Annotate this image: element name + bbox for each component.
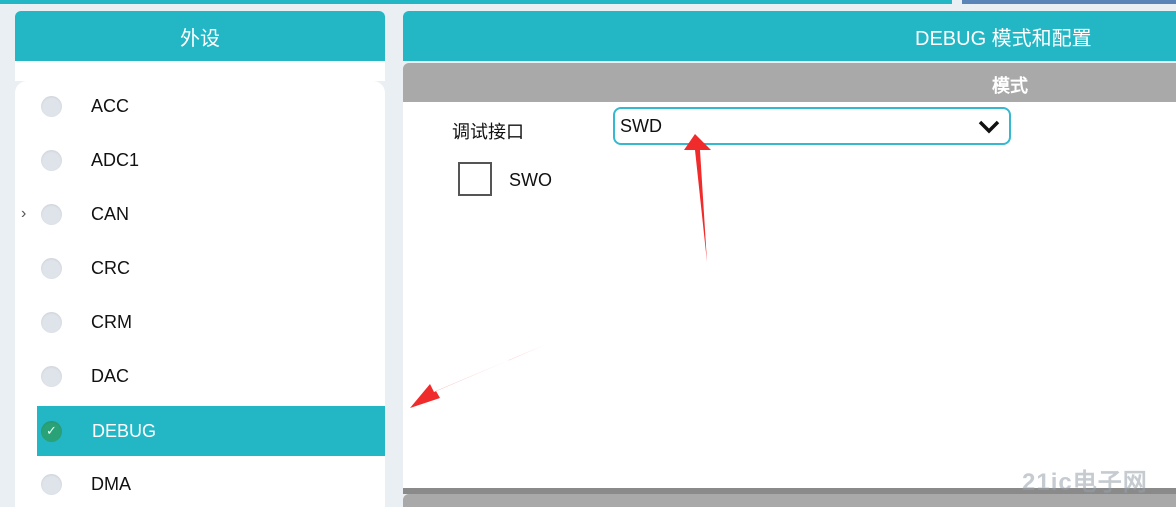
peripheral-label: DMA [91,473,131,494]
peripherals-spacer [15,61,385,81]
status-dot-icon [41,257,62,279]
watermark: 21ic电子网 [1022,469,1148,496]
chevron-down-icon [978,120,1000,134]
peripheral-item-can[interactable]: CAN [37,189,385,239]
peripherals-title: 外设 [180,27,220,50]
debug-interface-select[interactable]: SWD [613,107,1011,145]
status-dot-icon [41,365,62,387]
check-icon: ✓ [41,420,62,442]
peripherals-header: 外设 [15,11,385,61]
peripheral-item-dac[interactable]: DAC [37,351,385,401]
peripheral-label: CRM [91,311,132,332]
top-accent-bar-secondary [962,0,1176,4]
peripheral-item-acc[interactable]: ACC [37,81,385,131]
peripheral-label: CRC [91,257,130,278]
swo-label: SWO [509,170,552,190]
peripheral-label: DEBUG [92,420,157,441]
peripheral-label: DAC [91,365,130,386]
chevron-right-icon[interactable]: › [21,205,26,223]
status-dot-icon [41,95,62,117]
debug-interface-label: 调试接口 [452,122,524,142]
status-dot-icon [41,149,62,171]
peripheral-list: ACC ADC1 CAN › CRC CRM DAC ✓ DEBUG DMA [15,81,385,507]
status-dot-icon [41,473,62,495]
peripheral-item-crc[interactable]: CRC [37,243,385,293]
mode-section-title: 模式 [992,76,1028,96]
peripheral-item-debug[interactable]: ✓ DEBUG [37,406,385,456]
config-title: DEBUG 模式和配置 [915,27,1092,50]
peripheral-label: CAN [91,203,130,224]
mode-section-bar[interactable]: 模式 [403,63,1176,102]
peripheral-item-crm[interactable]: CRM [37,297,385,347]
peripheral-item-adc1[interactable]: ADC1 [37,135,385,185]
swo-checkbox[interactable] [458,162,492,196]
peripheral-label: ADC1 [91,149,140,170]
mode-section-content: 调试接口 SWD SWO [403,102,1176,488]
top-accent-bar [0,0,952,4]
status-dot-icon [41,311,62,333]
peripheral-item-dma[interactable]: DMA [37,459,385,507]
status-dot-icon [41,203,62,225]
config-header: DEBUG 模式和配置 [403,11,1176,61]
peripheral-label: ACC [91,95,130,116]
debug-interface-value: SWD [620,115,662,136]
